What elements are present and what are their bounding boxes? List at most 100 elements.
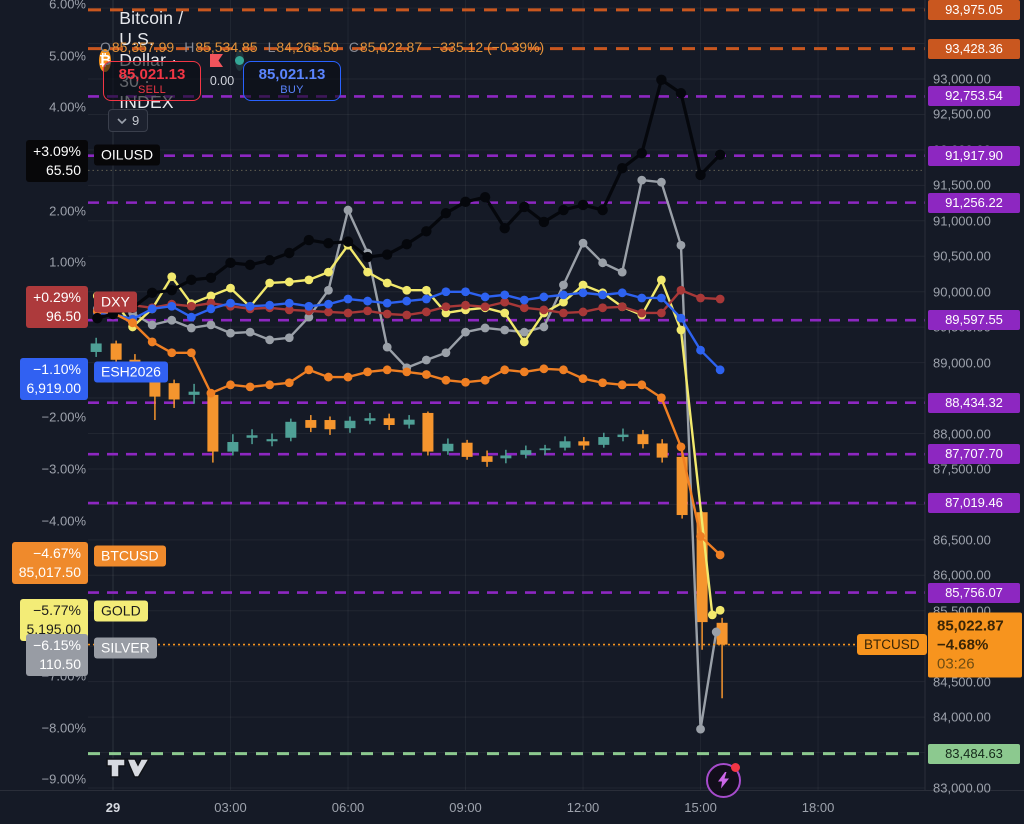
candle	[189, 392, 200, 395]
candle	[247, 435, 258, 437]
right-axis-tick: 86,000.00	[933, 568, 991, 583]
series-marker	[344, 373, 353, 382]
series-marker	[696, 294, 705, 303]
sell-button[interactable]: 85,021.13 SELL	[103, 61, 201, 101]
time-axis[interactable]: 2903:0006:0009:0012:0015:0018:00	[0, 790, 1024, 824]
left-axis-tick: 6.00%	[49, 0, 86, 11]
time-axis-label: 18:00	[802, 800, 835, 815]
series-marker	[539, 217, 549, 227]
series-tag-gold[interactable]: GOLD	[94, 601, 148, 622]
right-axis-tick: 86,500.00	[933, 532, 991, 547]
right-axis-tick: 92,500.00	[933, 107, 991, 122]
series-marker	[187, 324, 196, 333]
series-marker	[245, 260, 255, 270]
series-marker	[344, 206, 353, 215]
series-tag-silver[interactable]: SILVER	[94, 638, 157, 659]
price-chart-canvas[interactable]	[0, 0, 1024, 824]
series-marker	[460, 197, 470, 207]
tradingview-logo[interactable]	[105, 756, 151, 780]
time-axis-label: 12:00	[567, 800, 600, 815]
buy-button[interactable]: 85,021.13 BUY	[243, 61, 341, 101]
lightning-button[interactable]	[706, 763, 741, 798]
series-marker	[539, 305, 548, 314]
left-axis-tick: 1.00%	[49, 255, 86, 270]
series-marker	[618, 380, 627, 389]
series-pct: +0.29%	[33, 288, 81, 307]
price-level-label: 83,484.63	[928, 744, 1020, 764]
series-marker	[422, 308, 431, 317]
current-change: −4.68%	[937, 635, 1013, 654]
series-marker	[716, 606, 725, 615]
series-marker	[363, 368, 372, 377]
series-marker	[618, 288, 627, 297]
series-marker	[186, 275, 196, 285]
series-marker	[284, 248, 294, 258]
series-marker	[246, 302, 255, 311]
series-marker	[187, 348, 196, 357]
series-marker	[637, 309, 646, 318]
series-marker	[519, 202, 529, 212]
series-marker	[167, 272, 176, 281]
legend-collapse-button[interactable]: 9	[108, 109, 148, 132]
series-marker	[304, 365, 313, 374]
series-value-label-esh2026: −1.10%6,919.00	[20, 358, 89, 400]
legend-count: 9	[132, 113, 139, 128]
series-marker	[362, 252, 372, 262]
series-marker	[657, 275, 666, 284]
series-marker	[579, 288, 588, 297]
series-marker	[696, 346, 705, 355]
trade-widget: 85,021.13 SELL 0.00 85,021.13 BUY	[103, 61, 341, 101]
series-marker	[500, 365, 509, 374]
series-marker	[147, 288, 157, 298]
series-marker	[148, 320, 157, 329]
series-tag-btcusd[interactable]: BTCUSD	[94, 546, 166, 567]
series-tag-esh2026[interactable]: ESH2026	[94, 362, 168, 383]
series-marker	[716, 295, 725, 304]
series-marker	[128, 318, 137, 327]
series-marker	[520, 338, 529, 347]
right-axis-tick: 91,000.00	[933, 213, 991, 228]
series-marker	[442, 287, 451, 296]
time-axis-label: 09:00	[449, 800, 482, 815]
time-axis-label: 29	[106, 800, 120, 815]
series-marker	[402, 239, 412, 249]
series-marker	[442, 348, 451, 357]
series-marker	[265, 279, 274, 288]
series-marker	[598, 258, 607, 267]
series-marker	[363, 306, 372, 315]
series-marker	[559, 281, 568, 290]
series-marker	[637, 294, 646, 303]
series-value: 96.50	[33, 307, 81, 326]
left-axis-tick: −3.00%	[42, 462, 86, 477]
series-marker	[461, 301, 470, 310]
series-marker	[422, 286, 431, 295]
series-marker	[695, 170, 705, 180]
series-value-label-oilusd: +3.09%65.50	[26, 140, 88, 182]
candle	[305, 420, 316, 428]
candle	[285, 422, 296, 438]
series-marker	[598, 290, 607, 299]
price-level-label: 89,597.55	[928, 310, 1020, 330]
series-marker	[324, 300, 333, 309]
right-axis-tick: 84,000.00	[933, 710, 991, 725]
buy-label: BUY	[280, 84, 304, 96]
series-marker	[617, 163, 627, 173]
time-axis-label: 06:00	[332, 800, 365, 815]
series-marker	[442, 376, 451, 385]
sell-label: SELL	[138, 84, 166, 96]
series-marker	[207, 304, 216, 313]
series-marker	[618, 268, 627, 277]
series-marker	[461, 328, 470, 337]
series-tag-dxy[interactable]: DXY	[94, 292, 137, 313]
candle	[598, 437, 609, 445]
series-tag-oilusd[interactable]: OILUSD	[94, 145, 160, 166]
series-marker	[344, 295, 353, 304]
series-marker	[402, 286, 411, 295]
left-axis-tick: −4.00%	[42, 513, 86, 528]
series-pct: +3.09%	[33, 142, 81, 161]
series-marker	[712, 628, 721, 637]
series-marker	[363, 297, 372, 306]
left-axis-tick: −2.00%	[42, 410, 86, 425]
symbol-price-tag: BTCUSD	[857, 634, 927, 655]
series-marker	[402, 311, 411, 320]
